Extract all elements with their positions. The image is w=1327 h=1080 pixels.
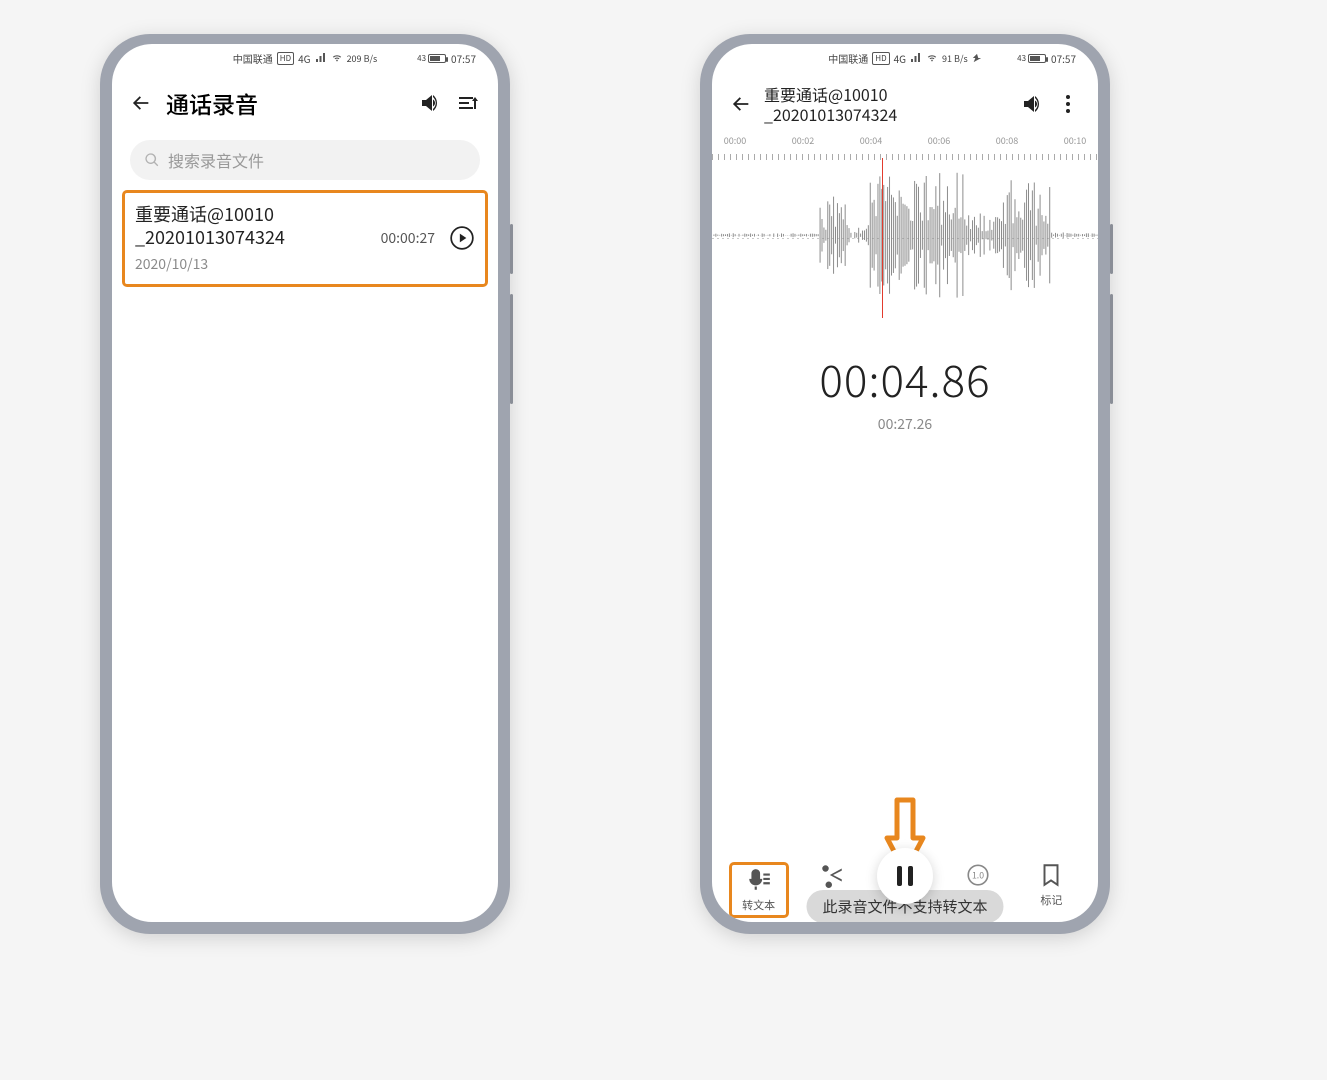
wave-svg — [712, 158, 1098, 312]
signal-icon — [910, 51, 922, 66]
status-bar: 中国联通 HD 4G 91 B/s 43 07:57 — [712, 44, 1098, 72]
recording-date: 2020/10/13 — [135, 254, 373, 274]
tick-label: 00:00 — [720, 134, 750, 158]
phone-frame-right: 中国联通 HD 4G 91 B/s 43 07:57 — [700, 34, 1110, 934]
time-ruler: 00:00 00:02 00:04 00:06 00:08 00:10 — [712, 134, 1098, 158]
network-label: 4G — [894, 51, 906, 66]
player-title-line2: _20201013074324 — [764, 104, 1008, 124]
hd-badge: HD — [277, 52, 294, 65]
speed-button[interactable]: 1.0 — [948, 862, 1008, 892]
tick-label: 00:04 — [856, 134, 886, 158]
clock: 07:57 — [451, 51, 476, 66]
wifi-icon — [926, 51, 938, 66]
side-button — [510, 294, 513, 404]
side-button — [1110, 224, 1113, 274]
total-time: 00:27.26 — [712, 414, 1098, 434]
wifi-icon — [331, 51, 343, 66]
transcribe-icon — [746, 867, 772, 893]
pause-icon — [897, 866, 913, 886]
side-button — [510, 224, 513, 274]
back-icon[interactable] — [130, 92, 152, 114]
bookmark-icon — [1038, 862, 1064, 888]
battery-icon: 43 — [1017, 53, 1046, 64]
pause-button[interactable] — [877, 848, 933, 904]
hd-badge: HD — [872, 52, 889, 65]
side-button — [1110, 294, 1113, 404]
net-speed: 209 B/s — [347, 52, 378, 65]
player-header: 重要通话@10010 _20201013074324 — [712, 72, 1098, 130]
app-header: 通话录音 — [112, 72, 498, 134]
transcribe-button[interactable]: 转文本 — [729, 862, 789, 918]
screen-left: 中国联通 HD 4G 209 B/s 43 07:57 — [112, 44, 498, 922]
screen-right: 中国联通 HD 4G 91 B/s 43 07:57 — [712, 44, 1098, 922]
network-label: 4G — [298, 51, 310, 66]
svg-text:1.0: 1.0 — [972, 869, 984, 881]
tick-label: 00:10 — [1060, 134, 1090, 158]
search-placeholder: 搜索录音文件 — [168, 148, 264, 172]
player-title-line1: 重要通话@10010 — [764, 84, 1008, 104]
waveform[interactable] — [712, 158, 1098, 318]
recording-item[interactable]: 重要通话@10010 _20201013074324 2020/10/13 00… — [122, 190, 488, 287]
tick-label: 00:08 — [992, 134, 1022, 158]
scissors-icon — [819, 862, 845, 888]
tick-label: 00:06 — [924, 134, 954, 158]
transcribe-label: 转文本 — [742, 897, 775, 913]
carrier-label: 中国联通 — [828, 51, 868, 66]
more-icon[interactable] — [1056, 92, 1080, 116]
clock: 07:57 — [1051, 51, 1076, 66]
tick-label: 00:02 — [788, 134, 818, 158]
carrier-label: 中国联通 — [233, 51, 273, 66]
search-input[interactable]: 搜索录音文件 — [130, 140, 480, 180]
elapsed-time: 00:04.86 — [712, 346, 1098, 410]
signal-icon — [315, 51, 327, 66]
playhead[interactable] — [882, 158, 883, 318]
search-icon — [144, 152, 160, 168]
battery-icon: 43 — [417, 53, 446, 64]
speed-icon: 1.0 — [965, 862, 991, 888]
speaker-icon[interactable] — [1020, 92, 1044, 116]
location-icon — [972, 51, 982, 66]
phone-frame-left: 中国联通 HD 4G 209 B/s 43 07:57 — [100, 34, 510, 934]
recording-name-line1: 重要通话@10010 — [135, 203, 373, 226]
speaker-icon[interactable] — [418, 91, 442, 115]
play-icon[interactable] — [449, 225, 475, 251]
status-bar: 中国联通 HD 4G 209 B/s 43 07:57 — [112, 44, 498, 72]
net-speed: 91 B/s — [942, 52, 968, 65]
recording-name-line2: _20201013074324 — [135, 226, 373, 249]
bookmark-label: 标记 — [1040, 892, 1062, 908]
page-title: 通话录音 — [166, 86, 404, 120]
recording-duration: 00:00:27 — [381, 228, 435, 248]
trim-button[interactable] — [802, 862, 862, 892]
sort-icon[interactable] — [456, 91, 480, 115]
back-icon[interactable] — [730, 93, 752, 115]
bookmark-button[interactable]: 标记 — [1021, 862, 1081, 908]
